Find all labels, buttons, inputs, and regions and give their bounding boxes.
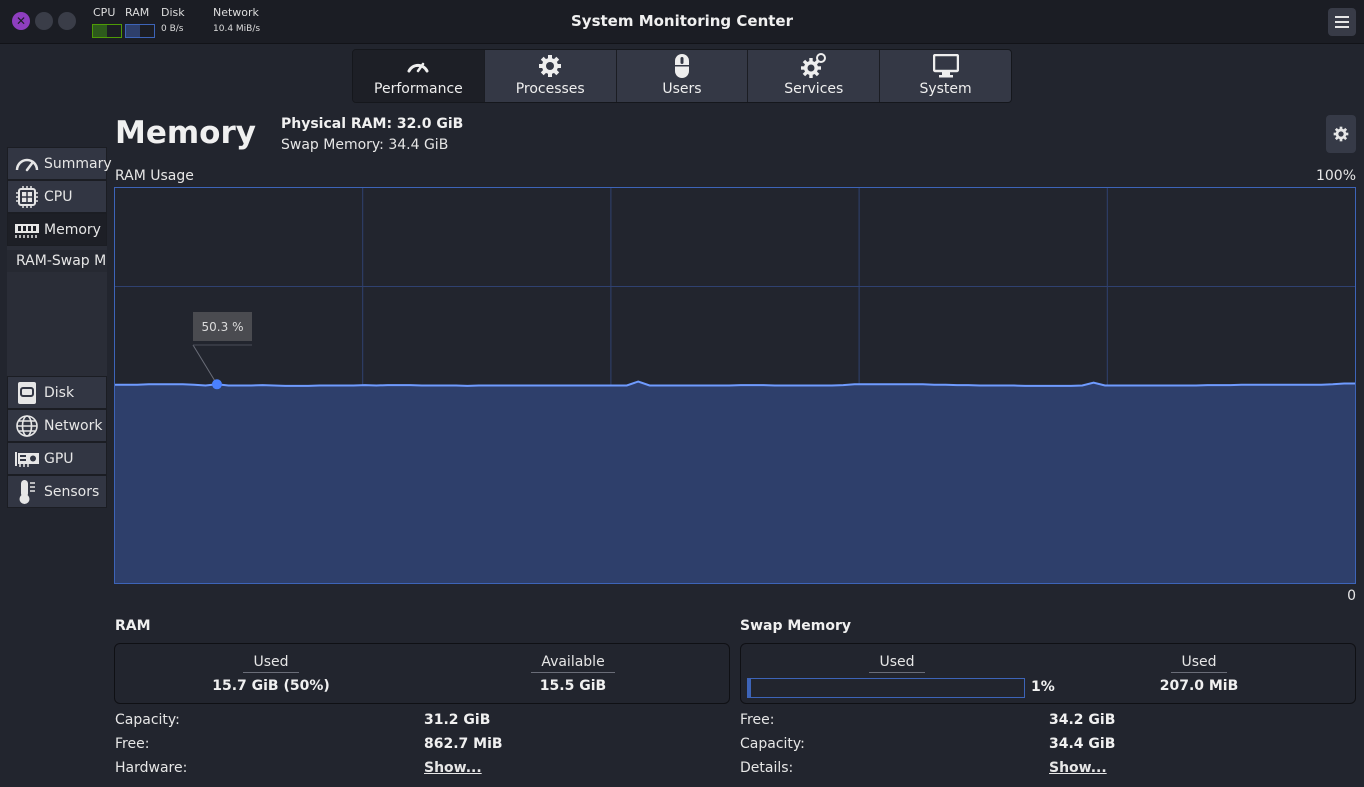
title-bar: ✕ CPU RAM Disk 0 B/s Network 10.4 MiB/s Sy… xyxy=(0,0,1364,44)
swap-used-amount-cell: Used 207.0 MiB xyxy=(1099,651,1299,694)
tab-system[interactable]: System xyxy=(880,50,1011,102)
sidebar-item-label: Summary xyxy=(44,155,112,172)
sidebar-item-memory[interactable]: Memory xyxy=(7,213,107,246)
memory-subpages: RAM-Swap Me xyxy=(7,246,107,376)
sidebar-item-sensors[interactable]: Sensors xyxy=(7,475,107,508)
sidebar-item-gpu[interactable]: GPU xyxy=(7,442,107,475)
ram-capacity-value: 31.2 GiB xyxy=(424,712,491,728)
tab-label: System xyxy=(919,81,972,97)
tab-processes[interactable]: Processes xyxy=(484,50,617,102)
swap-usage-bar xyxy=(747,678,1025,698)
app-title: System Monitoring Center xyxy=(570,12,793,30)
swap-used-header: Used xyxy=(869,654,925,673)
disk-icon xyxy=(14,381,40,405)
sidebar: Summary CPU Memory RAM-Swap Me Disk Netw… xyxy=(7,147,112,508)
page-title: Memory xyxy=(115,115,256,151)
swap-used-header-2: Used xyxy=(1171,654,1227,673)
ram-available-header: Available xyxy=(531,654,615,673)
tab-users[interactable]: Users xyxy=(616,50,749,102)
swap-used-value: 207.0 MiB xyxy=(1159,678,1239,694)
tab-label: Users xyxy=(662,81,702,97)
swap-summary-box: Used 1% Used 207.0 MiB xyxy=(740,643,1356,704)
chart-title: RAM Usage xyxy=(115,168,194,184)
thermometer-icon xyxy=(14,479,40,504)
ram-section-title: RAM xyxy=(115,618,151,634)
tooltip-label: 50.3 % xyxy=(202,320,244,334)
chart-area-fill xyxy=(114,381,1356,584)
main-tabs: Performance Processes Users Services Sys… xyxy=(352,49,1012,103)
tab-label: Services xyxy=(784,81,844,97)
swap-details-label: Details: xyxy=(740,760,794,776)
sidebar-item-disk[interactable]: Disk xyxy=(7,376,107,409)
gears-icon xyxy=(800,53,827,79)
ram-free-value: 862.7 MiB xyxy=(424,736,503,752)
sidebar-item-label: Sensors xyxy=(44,483,100,500)
ram-used-value: 15.7 GiB (50%) xyxy=(212,678,330,694)
tab-label: Performance xyxy=(374,81,463,97)
chart-hover-point xyxy=(211,379,222,390)
chart-y-max-label: 100% xyxy=(1315,168,1356,184)
swap-details-show-link[interactable]: Show... xyxy=(1049,760,1107,776)
sidebar-item-label: CPU xyxy=(44,188,73,205)
swap-used-cell: Used xyxy=(797,651,997,673)
monitor-icon xyxy=(932,53,959,79)
ram-usage-chart[interactable]: 50.3 % xyxy=(114,187,1356,585)
tab-label: Processes xyxy=(515,81,585,97)
ram-available-value: 15.5 GiB xyxy=(539,678,607,694)
swap-free-value: 34.2 GiB xyxy=(1049,712,1116,728)
gear-icon xyxy=(1333,126,1349,142)
tab-performance[interactable]: Performance xyxy=(353,50,485,102)
sidebar-item-label: Network xyxy=(44,417,103,434)
globe-icon xyxy=(14,414,40,438)
swap-usage-bar-fill xyxy=(748,679,751,697)
sidebar-item-label: Memory xyxy=(44,221,101,238)
speedometer-icon xyxy=(405,53,431,79)
ram-capacity-label: Capacity: xyxy=(115,712,180,728)
sidebar-item-network[interactable]: Network xyxy=(7,409,107,442)
ram-used-cell: Used 15.7 GiB (50%) xyxy=(171,651,371,694)
sidebar-item-cpu[interactable]: CPU xyxy=(7,180,107,213)
ram-summary-box: Used 15.7 GiB (50%) Available 15.5 GiB xyxy=(114,643,730,704)
swap-capacity-value: 34.4 GiB xyxy=(1049,736,1116,752)
gear-icon xyxy=(537,53,563,79)
ram-hardware-show-link[interactable]: Show... xyxy=(424,760,482,776)
hamburger-icon xyxy=(1335,16,1349,18)
swap-capacity-label: Capacity: xyxy=(740,736,805,752)
gpu-card-icon xyxy=(14,447,40,471)
swap-section-title: Swap Memory xyxy=(740,618,852,634)
physical-ram-label: Physical RAM: 32.0 GiB xyxy=(281,116,464,132)
mouse-icon xyxy=(669,53,695,79)
chart-y-min-label: 0 xyxy=(1347,588,1356,604)
sidebar-item-label: Disk xyxy=(44,384,75,401)
ram-available-cell: Available 15.5 GiB xyxy=(473,651,673,694)
ram-free-label: Free: xyxy=(115,736,150,752)
tab-services[interactable]: Services xyxy=(748,50,881,102)
ram-hardware-label: Hardware: xyxy=(115,760,188,776)
settings-button[interactable] xyxy=(1326,115,1356,153)
main-menu-button[interactable] xyxy=(1328,8,1356,36)
swap-free-label: Free: xyxy=(740,712,775,728)
sidebar-item-summary[interactable]: Summary xyxy=(7,147,112,180)
ram-used-header: Used xyxy=(243,654,299,673)
swap-memory-label: Swap Memory: 34.4 GiB xyxy=(281,137,449,153)
subpage-ram-swap[interactable]: RAM-Swap Me xyxy=(7,250,107,272)
cpu-chip-icon xyxy=(14,185,40,209)
sidebar-item-label: GPU xyxy=(44,450,74,467)
ram-module-icon xyxy=(14,218,40,242)
swap-used-percent: 1% xyxy=(1031,679,1055,695)
speedometer-icon xyxy=(14,152,40,176)
